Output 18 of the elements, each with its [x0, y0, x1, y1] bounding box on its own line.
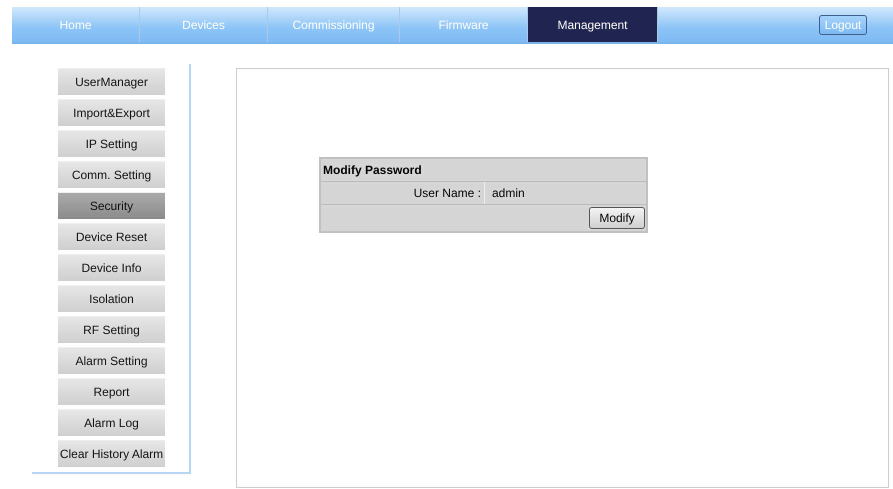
sidebar-item[interactable]: IP Setting [58, 130, 165, 157]
field-value: admin [491, 186, 525, 200]
sidebar-item[interactable]: UserManager [58, 68, 165, 95]
sidebar-item[interactable]: Comm. Setting [58, 161, 165, 188]
sidebar-item[interactable]: Device Info [58, 254, 165, 281]
sidebar-item[interactable]: Isolation [58, 285, 165, 312]
field-label: User Name : [321, 182, 485, 204]
sidebar-item[interactable]: Device Reset [58, 223, 165, 250]
sidebar-item[interactable]: Alarm Setting [58, 347, 165, 374]
nav-tab[interactable]: Management [528, 7, 658, 42]
modify-button[interactable]: Modify [589, 207, 645, 229]
sidebar-item[interactable]: Report [58, 378, 165, 405]
form-title: Modify Password [321, 159, 646, 182]
sidebar-item[interactable]: RF Setting [58, 316, 165, 343]
sidebar-item[interactable]: Clear History Alarm [58, 440, 165, 467]
sidebar-item[interactable]: Import&Export [58, 99, 165, 126]
sidebar-item[interactable]: Alarm Log [58, 409, 165, 436]
sidebar-item[interactable]: Security [58, 192, 165, 219]
